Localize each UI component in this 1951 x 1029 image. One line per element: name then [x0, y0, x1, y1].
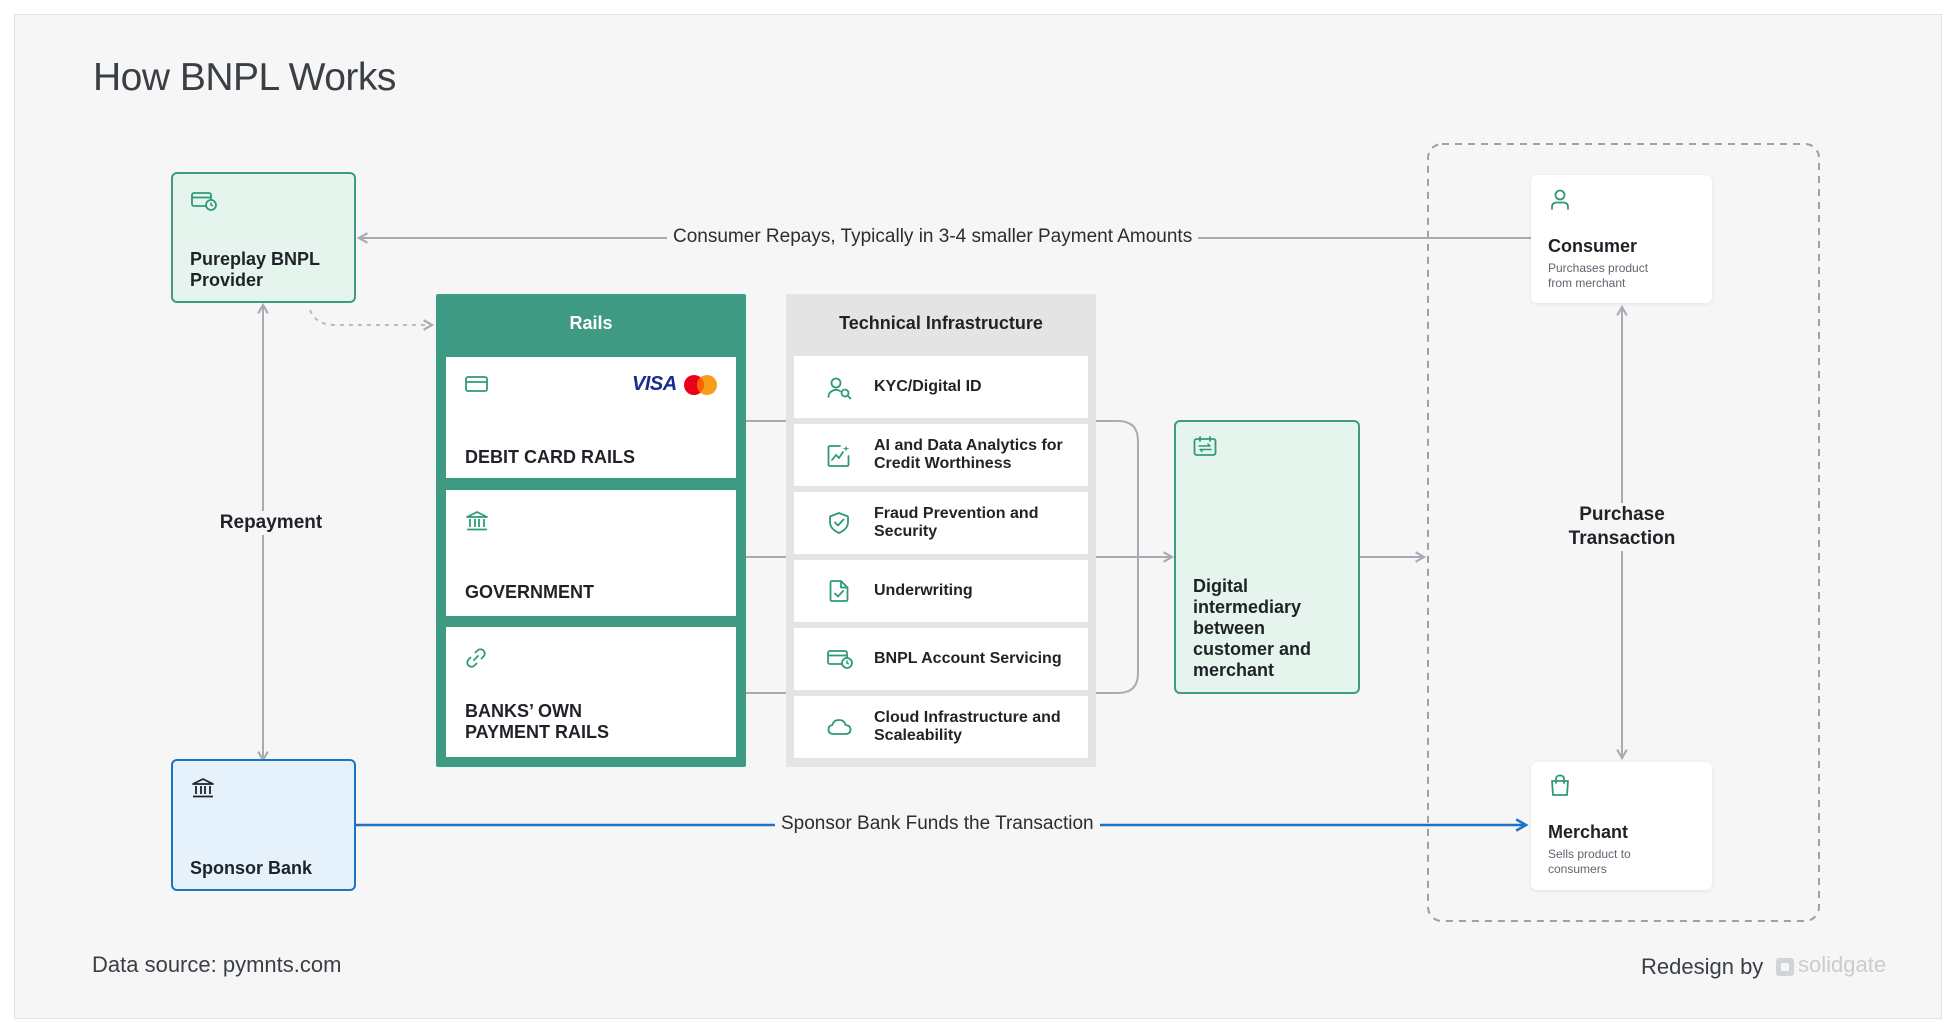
- diagram-canvas: How BNPL Works Consumer Repays, Typicall…: [0, 0, 1951, 1029]
- tech-item-cloud: Cloud Infrastructure and Scaleability: [794, 696, 1088, 758]
- consumer-description: Purchases product from merchant: [1548, 261, 1649, 290]
- rail-government: GOVERNMENT: [446, 490, 736, 616]
- exchange-icon: [1193, 436, 1217, 456]
- bnpl-provider-label: Pureplay BNPL Provider: [190, 249, 320, 290]
- credit-card-icon: [465, 376, 488, 392]
- government-building-icon: [466, 511, 488, 531]
- sponsor-bank-label: Sponsor Bank: [190, 858, 313, 878]
- rails-panel: Rails VISA DEBIT CARD RAILS GOVERNMENT B…: [436, 294, 746, 767]
- tech-item-ai-analytics-label: AI and Data Analytics for Credit Worthin…: [874, 437, 1063, 472]
- digital-intermediary-label: Digital intermediary between customer an…: [1193, 576, 1312, 680]
- rail-government-label: GOVERNMENT: [465, 582, 595, 602]
- rail-banks-own: BANKS’ OWN PAYMENT RAILS: [446, 627, 736, 757]
- repayment-label: Repayment: [206, 511, 336, 535]
- consumer-label: Consumer: [1548, 236, 1638, 256]
- shopping-bag-icon: [1551, 774, 1569, 796]
- tech-item-cloud-label: Cloud Infrastructure and Scaleability: [874, 709, 1061, 744]
- provider-to-rails-dotted-arrow: [309, 309, 435, 331]
- tech-item-kyc-label: KYC/Digital ID: [874, 378, 982, 395]
- tech-item-fraud-prevention: Fraud Prevention and Security: [794, 492, 1088, 554]
- merchant-card: Merchant Sells product to consumers: [1531, 762, 1712, 890]
- tech-item-kyc: KYC/Digital ID: [794, 356, 1088, 418]
- tech-item-fraud-prevention-label: Fraud Prevention and Security: [874, 505, 1039, 540]
- link-icon: [466, 648, 486, 668]
- mastercard-logo: [684, 375, 717, 395]
- consumer-card: Consumer Purchases product from merchant: [1531, 175, 1712, 303]
- rail-debit-card-label: DEBIT CARD RAILS: [465, 447, 635, 467]
- analytics-icon: [827, 445, 850, 467]
- document-check-icon: [829, 580, 849, 602]
- solidgate-logo-icon: [1776, 958, 1794, 976]
- digital-intermediary-card: Digital intermediary between customer an…: [1174, 420, 1360, 694]
- tech-item-account-servicing-label: BNPL Account Servicing: [874, 650, 1062, 667]
- consumer-repays-label: Consumer Repays, Typically in 3-4 smalle…: [667, 226, 1199, 248]
- rail-debit-card: VISA DEBIT CARD RAILS: [446, 357, 736, 478]
- solidgate-brand: solidgate: [1798, 952, 1887, 977]
- rail-banks-own-label: BANKS’ OWN PAYMENT RAILS: [465, 701, 610, 742]
- sponsor-funds-label: Sponsor Bank Funds the Transaction: [775, 813, 1100, 835]
- bnpl-provider-card: Pureplay BNPL Provider: [171, 172, 356, 303]
- bank-icon: [192, 778, 214, 798]
- shield-check-icon: [829, 512, 849, 534]
- technical-infrastructure-header: Technical Infrastructure: [839, 313, 1043, 333]
- user-search-icon: [827, 377, 852, 400]
- visa-logo: VISA: [632, 373, 677, 395]
- cloud-icon: [827, 719, 852, 735]
- merchant-label: Merchant: [1548, 822, 1629, 842]
- data-source-footer: Data source: pymnts.com: [92, 952, 342, 977]
- card-clock-icon: [191, 192, 217, 211]
- merchant-description: Sells product to consumers: [1548, 847, 1631, 876]
- tech-item-underwriting-label: Underwriting: [874, 582, 973, 599]
- user-icon: [1551, 189, 1569, 210]
- card-clock-icon: [827, 650, 853, 669]
- technical-infrastructure-panel: Technical Infrastructure KYC/Digital ID …: [786, 294, 1096, 767]
- rails-header: Rails: [569, 313, 613, 333]
- tech-item-account-servicing: BNPL Account Servicing: [794, 628, 1088, 690]
- tech-item-ai-analytics: AI and Data Analytics for Credit Worthin…: [794, 424, 1088, 486]
- redesign-credit: Redesign by: [1641, 954, 1764, 979]
- tech-item-underwriting: Underwriting: [794, 560, 1088, 622]
- sponsor-bank-card: Sponsor Bank: [171, 759, 356, 891]
- purchase-transaction-label: Purchase Transaction: [1552, 503, 1692, 551]
